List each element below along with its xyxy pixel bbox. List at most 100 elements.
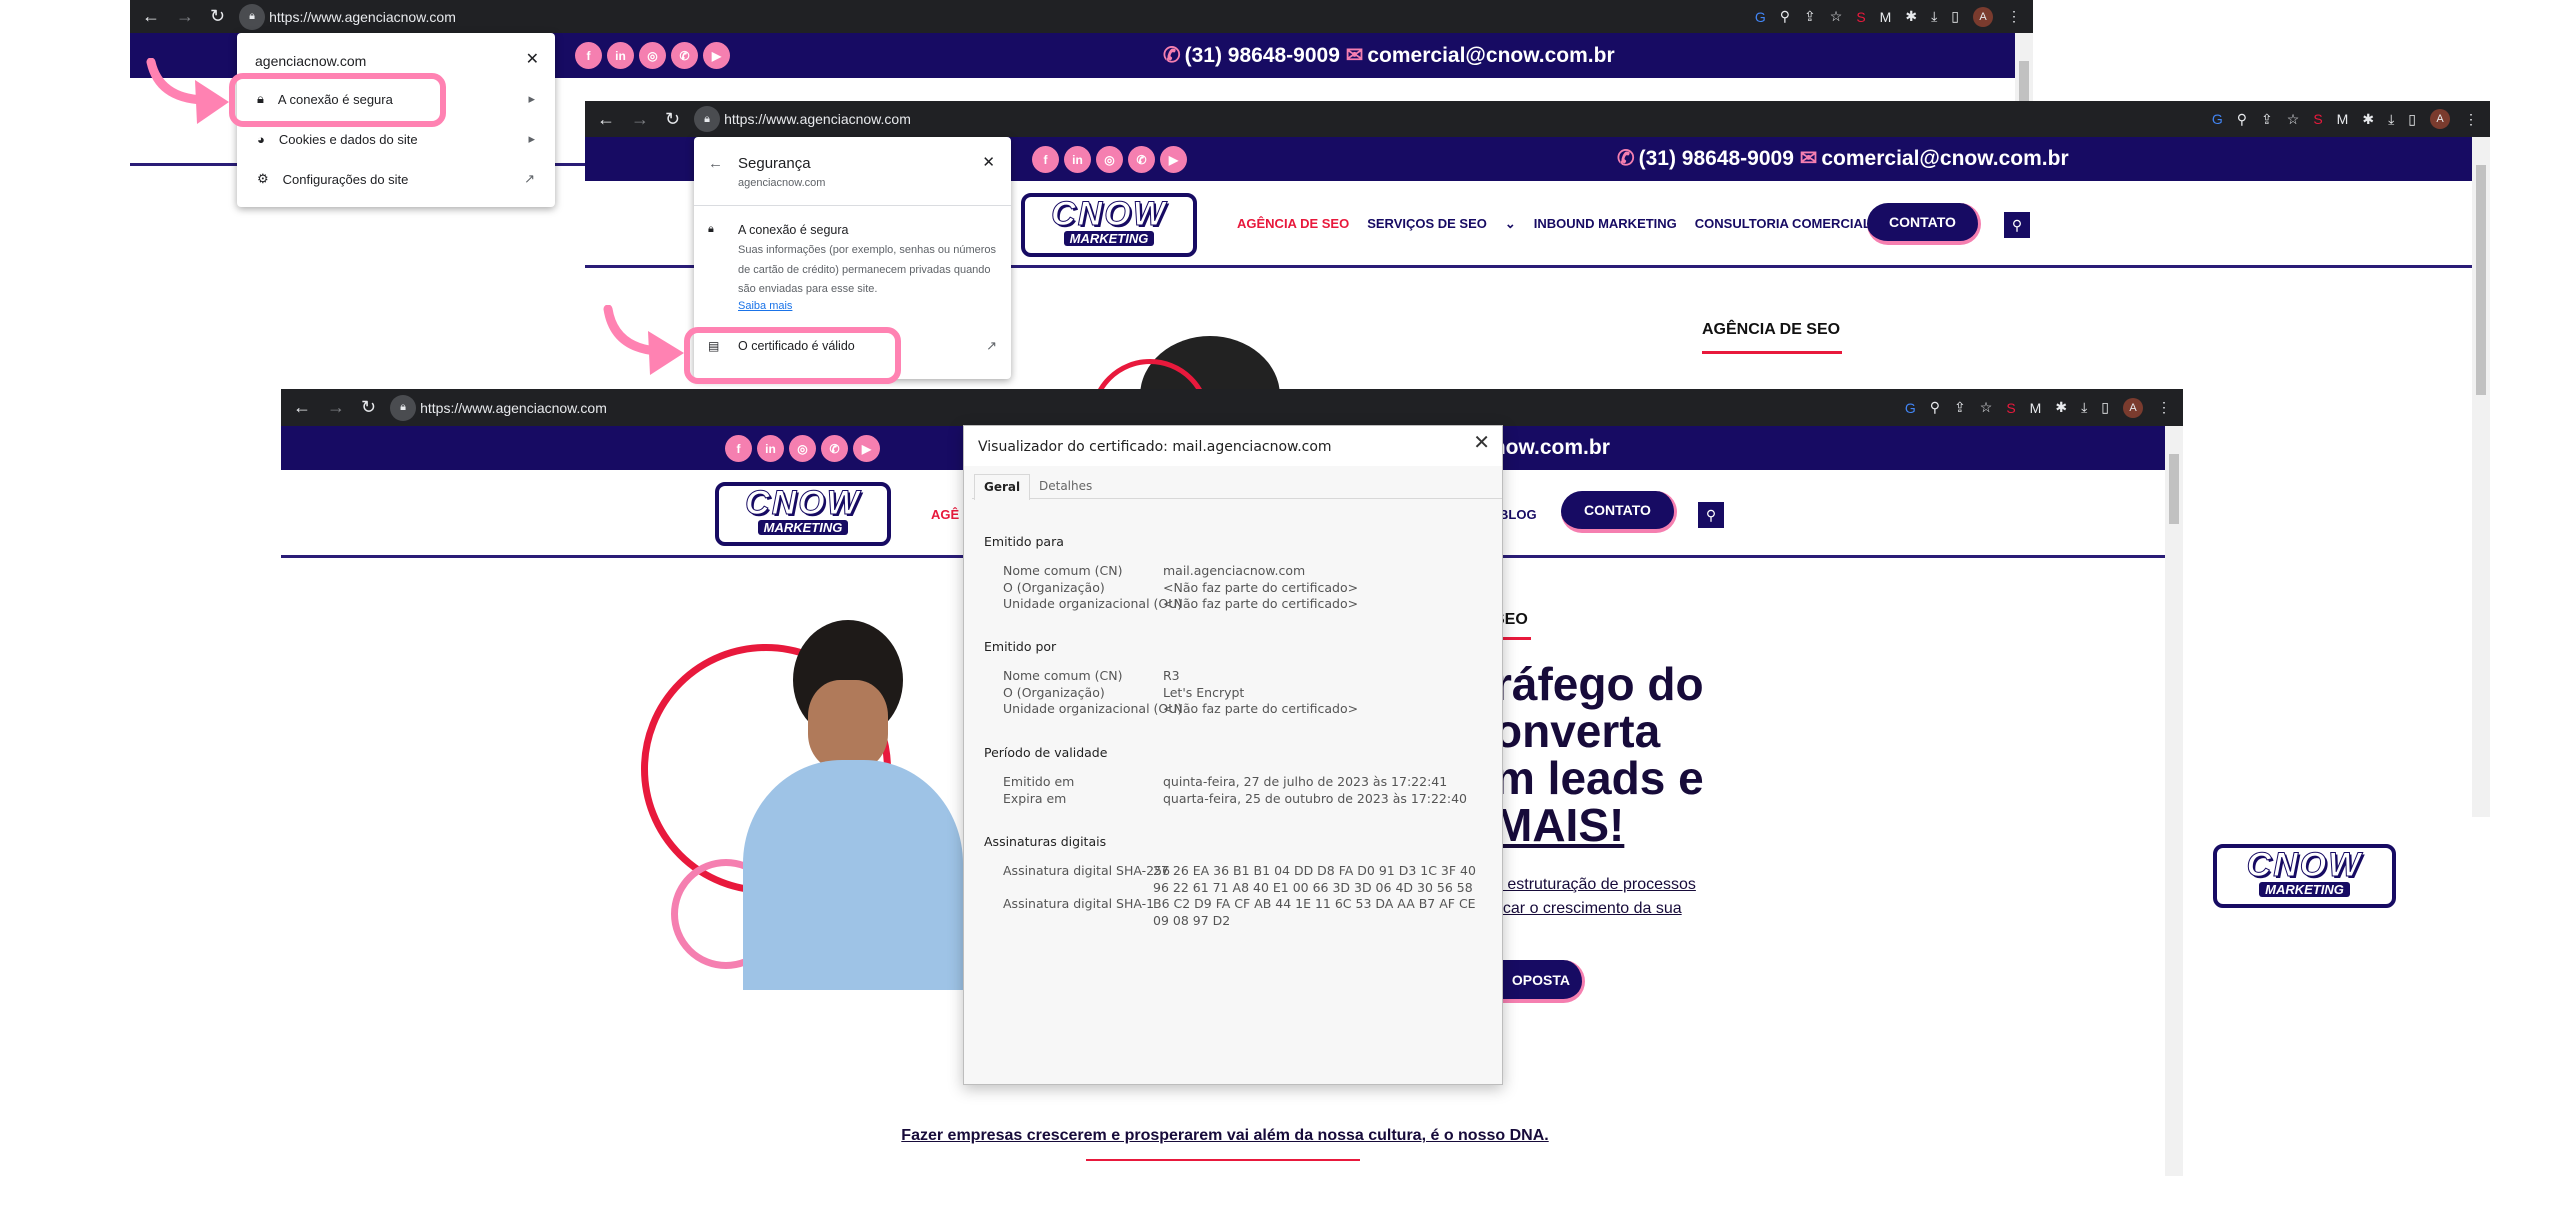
star-icon[interactable]: ☆ — [1830, 8, 1843, 25]
whatsapp-icon[interactable]: ✆ — [1128, 146, 1155, 173]
puzzle-icon[interactable]: ✱ — [2362, 111, 2374, 128]
nav-buttons: ← → ↻ — [585, 109, 680, 130]
puzzle-icon[interactable]: ✱ — [1905, 8, 1917, 25]
external-link-icon: ↗ — [524, 171, 535, 186]
instagram-icon[interactable]: ◎ — [789, 435, 816, 462]
hero-subtext[interactable]: n estruturação de processos ncar o cresc… — [1494, 873, 1696, 921]
email-link[interactable]: ✉comercial@cnow.com.br — [1346, 44, 1615, 67]
nav-item-agencia-partial[interactable]: AGÊ — [931, 507, 959, 522]
close-icon[interactable]: ✕ — [526, 49, 539, 69]
site-info-lock-icon[interactable]: 🔒︎ — [239, 3, 266, 30]
extension-s-icon[interactable]: S — [2313, 111, 2322, 127]
star-icon[interactable]: ☆ — [2287, 111, 2300, 128]
close-icon[interactable]: ✕ — [1473, 430, 1490, 454]
phone-link[interactable]: ✆ (31) 98648-9009 — [1617, 147, 1794, 170]
search-button[interactable]: ⚲ — [1698, 502, 1724, 528]
download-icon[interactable]: ⤓ — [1931, 8, 1937, 25]
sidepanel-icon[interactable]: ▯ — [2101, 399, 2109, 416]
download-icon[interactable]: ⤓ — [2388, 111, 2394, 128]
footer-tagline[interactable]: Fazer empresas crescerem e prosperarem v… — [281, 1127, 2169, 1145]
extension-s-icon[interactable]: S — [1856, 9, 1865, 25]
back-icon[interactable]: ← — [142, 6, 160, 27]
site-logo[interactable]: CNOW MARKETING — [715, 482, 891, 546]
google-icon[interactable]: G — [1905, 400, 1916, 416]
google-icon[interactable]: G — [1755, 9, 1766, 25]
youtube-icon[interactable]: ▶ — [1160, 146, 1187, 173]
facebook-icon[interactable]: f — [725, 435, 752, 462]
site-info-lock-icon[interactable]: 🔒︎ — [694, 106, 721, 132]
instagram-icon[interactable]: ◎ — [1096, 146, 1123, 173]
puzzle-icon[interactable]: ✱ — [2055, 399, 2067, 416]
share-icon[interactable]: ⇪ — [2261, 111, 2273, 128]
facebook-icon[interactable]: f — [575, 42, 602, 69]
gear-icon: ⚙ — [257, 171, 269, 186]
linkedin-icon[interactable]: in — [757, 435, 784, 462]
linkedin-icon[interactable]: in — [1064, 146, 1091, 173]
youtube-icon[interactable]: ▶ — [853, 435, 880, 462]
menu-icon[interactable]: ⋮ — [2007, 8, 2021, 25]
address-bar[interactable]: 🔒︎ https://www.agenciacnow.com — [390, 389, 607, 426]
instagram-icon[interactable]: ◎ — [639, 42, 666, 69]
tab-detalhes[interactable]: Detalhes — [1030, 474, 1101, 499]
google-icon[interactable]: G — [2212, 111, 2223, 127]
close-icon[interactable]: ✕ — [982, 153, 995, 171]
address-bar[interactable]: 🔒︎ https://www.agenciacnow.com — [239, 0, 456, 33]
scrollbar[interactable] — [2472, 137, 2490, 817]
phone-link[interactable]: ✆ (31) 98648-9009 — [1163, 44, 1340, 67]
download-icon[interactable]: ⤓ — [2081, 399, 2087, 416]
tab-geral[interactable]: Geral — [974, 474, 1031, 500]
reload-icon[interactable]: ↻ — [210, 6, 225, 27]
menu-icon[interactable]: ⋮ — [2157, 399, 2171, 416]
site-info-lock-icon[interactable]: 🔒︎ — [390, 394, 417, 421]
reload-icon[interactable]: ↻ — [361, 397, 376, 418]
facebook-icon[interactable]: f — [1032, 146, 1059, 173]
address-bar[interactable]: 🔒︎ https://www.agenciacnow.com — [694, 101, 911, 137]
forward-icon[interactable]: → — [631, 109, 649, 130]
menu-icon[interactable]: ⋮ — [2464, 111, 2478, 128]
back-icon[interactable]: ← — [597, 109, 615, 130]
extension-s-icon[interactable]: S — [2006, 400, 2015, 416]
star-icon[interactable]: ☆ — [1980, 399, 1993, 416]
profile-avatar[interactable]: A — [2430, 109, 2450, 129]
whatsapp-icon[interactable]: ✆ — [671, 42, 698, 69]
zoom-icon[interactable]: ⚲ — [1930, 399, 1940, 416]
url-text: https://www.agenciacnow.com — [269, 8, 456, 25]
whatsapp-icon[interactable]: ✆ — [821, 435, 848, 462]
profile-avatar[interactable]: A — [1973, 6, 1993, 27]
email-link[interactable]: ✉comercial@cnow.com.br — [1800, 147, 2069, 170]
nav-item[interactable]: INBOUND MARKETING — [1534, 216, 1677, 232]
nav-item[interactable]: SERVIÇOS DE SEO — [1367, 216, 1487, 232]
cert-field-label: Nome comum (CN) — [1003, 563, 1123, 578]
reload-icon[interactable]: ↻ — [665, 109, 680, 130]
menu-item-label: Cookies e dados do site — [278, 131, 418, 147]
nav-item[interactable]: AGÊNCIA DE SEO — [1237, 216, 1349, 232]
sidepanel-icon[interactable]: ▯ — [2408, 111, 2416, 128]
site-logo[interactable]: CNOW MARKETING — [1021, 193, 1197, 257]
contact-button[interactable]: CONTATO — [1867, 203, 1981, 245]
zoom-icon[interactable]: ⚲ — [2237, 111, 2247, 128]
extension-m-icon[interactable]: M — [2030, 400, 2042, 416]
back-arrow-icon[interactable]: ← — [708, 155, 723, 172]
zoom-icon[interactable]: ⚲ — [1780, 8, 1790, 25]
contact-button[interactable]: CONTATO — [1561, 491, 1677, 533]
chevron-right-icon: ▸ — [528, 91, 535, 106]
scrollbar[interactable] — [2165, 426, 2183, 1176]
search-button[interactable]: ⚲ — [2004, 212, 2030, 238]
forward-icon[interactable]: → — [176, 6, 194, 27]
nav-item-blog[interactable]: BLOG — [1499, 507, 1537, 522]
hero-sub-line[interactable]: ncar o crescimento da sua — [1494, 897, 1696, 921]
share-icon[interactable]: ⇪ — [1954, 399, 1966, 416]
learn-more-link[interactable]: Saiba mais — [738, 300, 792, 312]
nav-item[interactable]: CONSULTORIA COMERCIAL — [1695, 216, 1871, 232]
sidepanel-icon[interactable]: ▯ — [1951, 8, 1959, 25]
hero-sub-line[interactable]: n estruturação de processos — [1494, 873, 1696, 897]
youtube-icon[interactable]: ▶ — [703, 42, 730, 69]
linkedin-icon[interactable]: in — [607, 42, 634, 69]
back-icon[interactable]: ← — [293, 397, 311, 418]
extension-m-icon[interactable]: M — [1880, 9, 1892, 25]
share-icon[interactable]: ⇪ — [1804, 8, 1816, 25]
forward-icon[interactable]: → — [327, 397, 345, 418]
profile-avatar[interactable]: A — [2123, 397, 2143, 418]
menu-item-site-settings[interactable]: ⚙ Configurações do site ↗ — [237, 159, 555, 199]
extension-m-icon[interactable]: M — [2337, 111, 2349, 127]
